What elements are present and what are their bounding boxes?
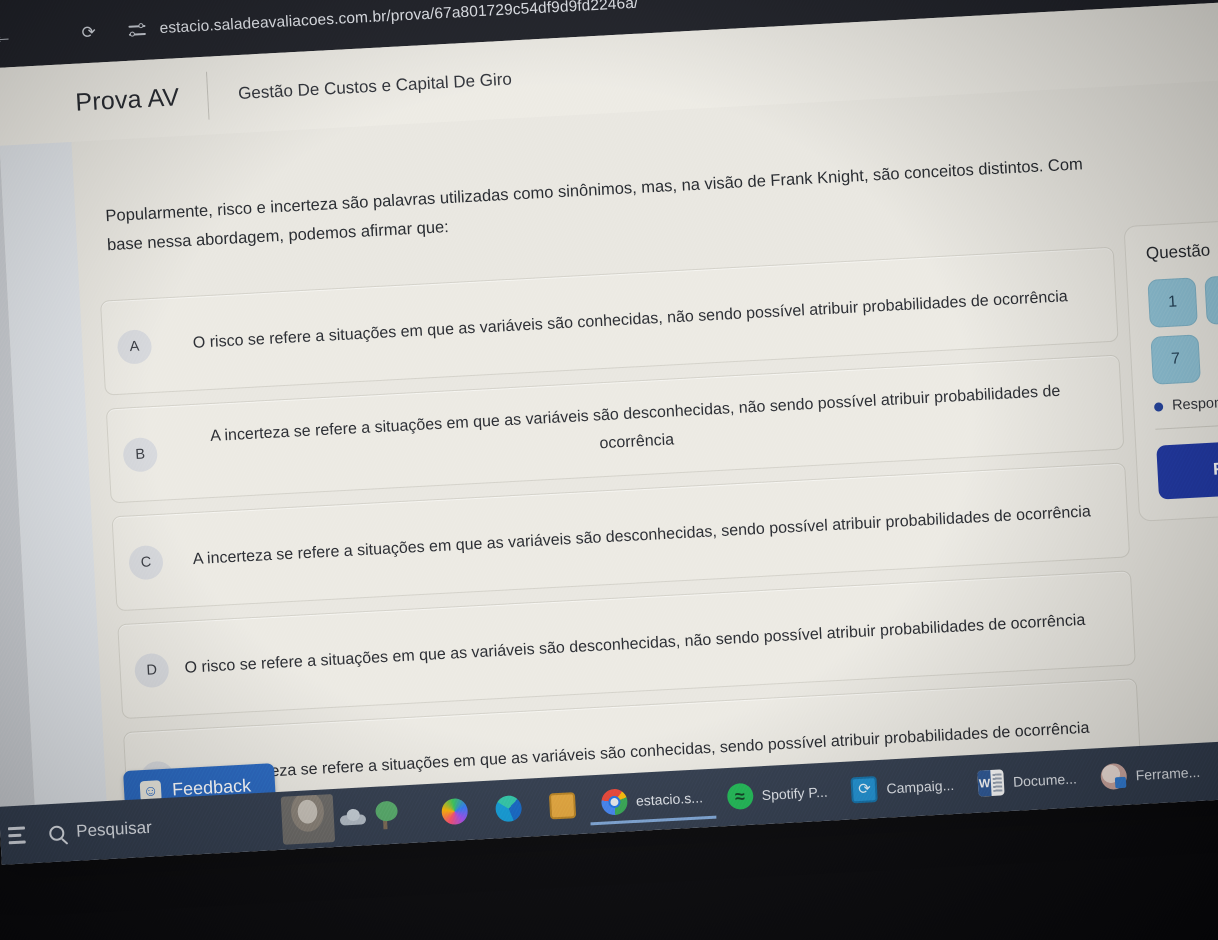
legend-label: Respondida xyxy=(1171,393,1218,414)
question-number-button[interactable]: 7 xyxy=(1150,334,1201,385)
store-icon xyxy=(548,792,576,820)
back-icon[interactable]: ← xyxy=(0,18,23,58)
taskbar-item-label: Spotify P... xyxy=(761,783,829,804)
campaign-icon xyxy=(850,776,879,804)
taskbar-item-spotify[interactable]: Spotify P... xyxy=(714,770,841,819)
edge-icon xyxy=(494,795,522,823)
question-number-button[interactable]: 1 xyxy=(1147,277,1198,328)
option-text: O risco se refere a situações em que as … xyxy=(192,287,1069,352)
taskbar-item-edge[interactable] xyxy=(480,786,536,831)
portrait-thumbnail-icon xyxy=(280,794,335,845)
taskbar-item-campaign[interactable]: Campaig... xyxy=(838,763,967,812)
question-number-grid: 1 2 6 7 xyxy=(1147,270,1218,385)
search-input[interactable]: Pesquisar xyxy=(34,808,153,854)
taskbar-item-word[interactable]: Docume... xyxy=(965,757,1090,805)
question-number-button[interactable]: 2 xyxy=(1204,274,1218,325)
option-letter-badge: D xyxy=(133,652,170,688)
option-letter-badge: B xyxy=(122,436,159,473)
word-icon xyxy=(977,769,1005,797)
taskbar-item-label: Ferrame... xyxy=(1135,763,1201,784)
spotify-icon xyxy=(726,782,754,811)
answered-legend: Respondida xyxy=(1153,389,1218,415)
taskbar-item-chrome[interactable]: estacio.s... xyxy=(588,776,716,826)
chrome-icon xyxy=(600,787,628,816)
taskbar-item-label: estacio.s... xyxy=(635,788,704,809)
question-navigator-panel: Questão 1 2 6 7 Respondida Finalizar xyxy=(1123,214,1218,522)
panel-divider xyxy=(1155,419,1218,430)
taskbar-item-alert[interactable]: Alert... xyxy=(1211,745,1218,792)
option-text: O risco se refere a situações em que as … xyxy=(184,611,1086,677)
photos-icon xyxy=(440,797,468,826)
taskbar-item-ferramentas[interactable]: Ferrame... xyxy=(1088,750,1214,799)
tree-icon xyxy=(375,801,400,830)
page-viewport: Prova AV Gestão De Custos e Capital De G… xyxy=(0,0,1218,865)
site-permissions-icon[interactable] xyxy=(127,19,150,42)
option-text: A incerteza se refere a situações em que… xyxy=(209,382,1061,452)
weather-widget[interactable] xyxy=(280,791,400,845)
cloud-icon xyxy=(339,806,370,828)
reload-icon[interactable]: ⟳ xyxy=(69,13,109,53)
address-bar[interactable]: estacio.saladeavaliacoes.com.br/prova/67… xyxy=(159,0,639,38)
answer-options-list: A O risco se refere a situações em que a… xyxy=(100,246,1142,840)
legend-dot-icon xyxy=(1153,401,1164,412)
course-name: Gestão De Custos e Capital De Giro xyxy=(237,69,513,104)
tool-icon xyxy=(1100,762,1128,791)
question-statement: Popularmente, risco e incerteza são pala… xyxy=(105,155,1084,255)
question-navigator-title: Questão xyxy=(1145,240,1211,263)
monitor-photo: estacio.saladeavaliacoes.com.l ✕ + ← ⟳ e… xyxy=(0,0,1218,940)
taskbar-item-label: Campaig... xyxy=(886,776,955,797)
exam-content: Popularmente, risco e incerteza são pala… xyxy=(71,77,1218,859)
search-placeholder: Pesquisar xyxy=(75,817,153,841)
page-title: Prova AV xyxy=(74,82,180,117)
screen: estacio.saladeavaliacoes.com.l ✕ + ← ⟳ e… xyxy=(0,0,1218,865)
option-letter-badge: A xyxy=(116,328,153,365)
taskbar-item-photos[interactable] xyxy=(426,789,482,834)
option-letter-badge: C xyxy=(128,544,164,581)
search-icon xyxy=(48,824,65,841)
taskbar-item-label: Docume... xyxy=(1012,770,1078,790)
finish-exam-button[interactable]: Finalizar xyxy=(1156,436,1218,500)
taskbar-item-store[interactable] xyxy=(534,783,590,828)
option-text: A incerteza se refere a situações em que… xyxy=(192,503,1092,568)
start-menu-icon[interactable] xyxy=(7,817,26,852)
